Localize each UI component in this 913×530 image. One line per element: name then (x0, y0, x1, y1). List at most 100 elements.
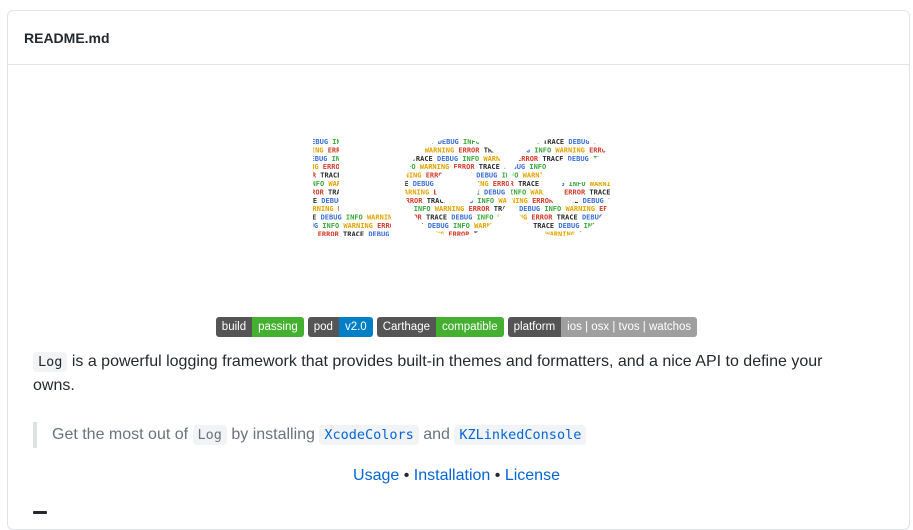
logo-word: ERROR (387, 138, 412, 146)
logo-word: TRACE (557, 197, 582, 205)
logo-word: INFO (509, 188, 530, 196)
logo-word: DEBUG (321, 214, 346, 222)
logo-word: DEBUG (568, 155, 593, 163)
logo-word: TRACE (328, 188, 353, 196)
logo-word: INFO (438, 180, 459, 188)
logo-word: TRACE (307, 197, 321, 205)
logo-word: TRACE (387, 180, 412, 188)
logo-word: TRACE (459, 188, 484, 196)
logo-word: ERROR (362, 180, 387, 188)
logo-word: WARNING (474, 222, 508, 230)
logo-word: TRACE (320, 172, 345, 180)
logo-word: ERROR (426, 172, 451, 180)
logo-word: DEBUG (373, 163, 398, 171)
logo-word: WARNING (483, 155, 517, 163)
logo-word: ERROR (584, 163, 609, 171)
file-title: README.md (24, 30, 110, 46)
logo-word: WARNING (415, 230, 449, 238)
logo-word: ERROR (579, 230, 604, 238)
logo-word: WARNING (353, 138, 387, 146)
installation-link[interactable]: Installation (414, 467, 491, 484)
platform-badge[interactable]: platform ios | osx | tvos | watchos (508, 317, 698, 337)
link-separator: • (404, 467, 410, 484)
logo-word: INFO (332, 138, 353, 146)
quote-prefix: Get the most out of (52, 426, 193, 443)
logo-word: ERROR (508, 222, 533, 230)
logo-word: DEBUG (582, 214, 607, 222)
kzlinkedconsole-link[interactable]: KZLinkedConsole (454, 425, 586, 445)
license-link[interactable]: License (505, 467, 560, 484)
logo-word: WARNING (367, 214, 401, 222)
badge-label: pod (308, 317, 339, 337)
logo-word: WARNING (307, 163, 323, 171)
logo-log-words: DEBUG INFO WARNING ERROR TRACE DEBUG INF… (307, 138, 613, 238)
logo-word: ERROR (453, 163, 478, 171)
usage-link[interactable]: Usage (353, 467, 399, 484)
logo-word: WARNING (307, 146, 328, 154)
logo-word-row: TRACE DEBUG INFO WARNING ERROR TRACE DEB… (307, 155, 613, 163)
logo-word: WARNING (435, 205, 469, 213)
logo-word-row: DEBUG INFO WARNING ERROR TRACE DEBUG INF… (307, 180, 613, 188)
logo-word: TRACE (307, 214, 321, 222)
logo-word: DEBUG (321, 197, 346, 205)
build-badge[interactable]: build passing (216, 317, 304, 337)
logo-word: ERROR (328, 146, 353, 154)
logo-word-row: DEBUG INFO WARNING ERROR TRACE DEBUG INF… (307, 222, 613, 230)
logo-word: INFO (347, 197, 368, 205)
logo-word: DEBUG (519, 205, 544, 213)
section-links: Usage • Installation • License (0, 464, 913, 488)
tip-blockquote: Get the most out of Log by installing Xc… (33, 422, 863, 448)
logo-word: DEBUG (388, 205, 413, 213)
readme-panel: README.md (7, 10, 910, 530)
logo-word: ERROR (338, 205, 363, 213)
logo-word: DEBUG (428, 222, 453, 230)
logo-word: INFO (608, 197, 613, 205)
logo-word: DEBUG (378, 146, 403, 154)
logo-word: TRACE (451, 172, 476, 180)
logo-word-row: WARNING ERROR TRACE DEBUG INFO WARNING E… (307, 146, 613, 154)
logo-word: INFO (594, 138, 613, 146)
logo-word: ERROR (589, 146, 613, 154)
logo-word: TRACE (589, 188, 613, 196)
logo-word: ERROR (532, 197, 557, 205)
logo-word: TRACE (363, 205, 388, 213)
badge-label: build (216, 317, 252, 337)
logo-word: INFO (399, 163, 420, 171)
logo-word: DEBUG (437, 155, 462, 163)
badge-label: platform (508, 317, 562, 337)
inline-code-log: Log (33, 352, 67, 372)
logo-word: ERROR (556, 172, 581, 180)
logo-word: DEBUG (413, 180, 438, 188)
logo-word: DEBUG (499, 230, 524, 238)
logo-word: WARNING (565, 205, 599, 213)
log-logo-image: DEBUG INFO WARNING ERROR TRACE DEBUG INF… (307, 136, 613, 238)
logo-word: INFO (453, 222, 474, 230)
logo-word: TRACE (518, 180, 543, 188)
logo-word: WARNING (392, 172, 426, 180)
logo-word: WARNING (328, 180, 362, 188)
logo-word: WARNING (498, 214, 532, 222)
logo-word: DEBUG (307, 155, 332, 163)
logo-word: ERROR (599, 205, 613, 213)
logo-word: TRACE (533, 222, 558, 230)
logo-word: INFO (332, 155, 353, 163)
carthage-badge[interactable]: Carthage compatible (377, 317, 504, 337)
logo-word: INFO (534, 146, 555, 154)
logo-word: INFO (462, 155, 483, 163)
logo-word: DEBUG (583, 197, 608, 205)
logo-word: ERROR (531, 214, 556, 222)
logo-word: INFO (322, 222, 343, 230)
logo-word: DEBUG (452, 197, 477, 205)
logo-word: INFO (414, 205, 435, 213)
pod-badge[interactable]: pod v2.0 (308, 317, 373, 337)
logo-word: TRACE (474, 230, 499, 238)
xcodecolors-link[interactable]: XcodeColors (319, 425, 418, 445)
logo-word: ERROR (318, 230, 343, 238)
logo-word: DEBUG (558, 222, 583, 230)
logo-word: ERROR (458, 146, 483, 154)
logo-word: INFO (346, 214, 367, 222)
logo-word: DEBUG (568, 138, 593, 146)
logo-word: TRACE (343, 230, 368, 238)
link-separator: • (495, 467, 501, 484)
logo-word: INFO (307, 180, 328, 188)
